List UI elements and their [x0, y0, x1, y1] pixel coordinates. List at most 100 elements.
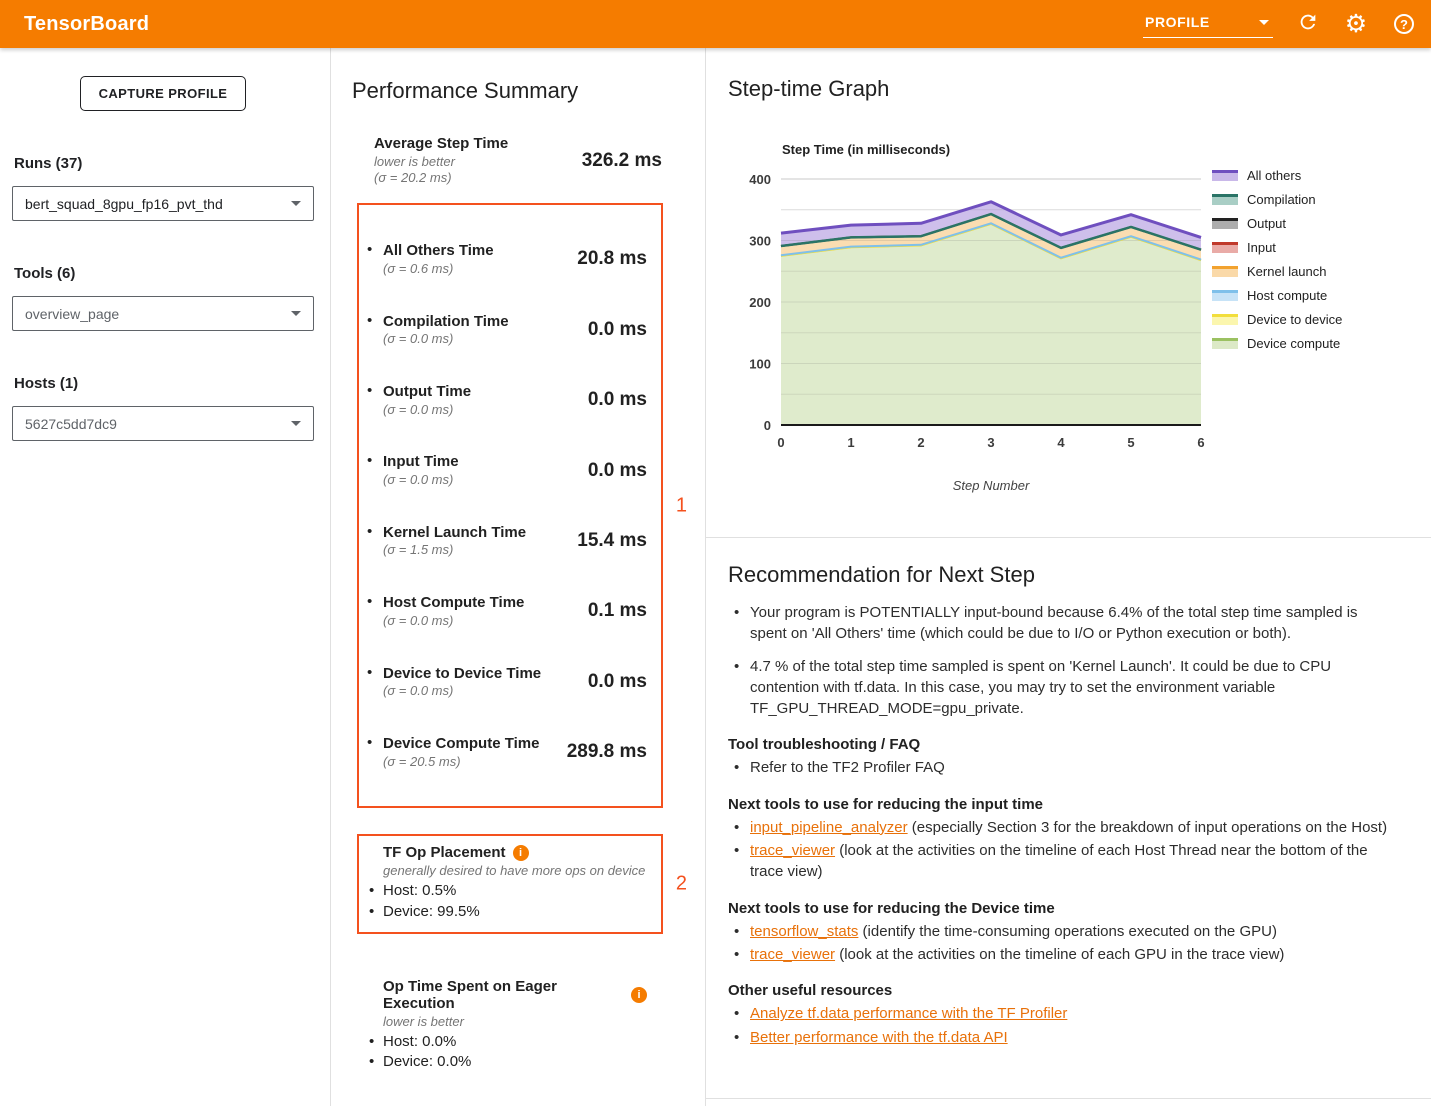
list-item: Host: 0.0% — [367, 1032, 647, 1052]
runs-select[interactable]: bert_squad_8gpu_fp16_pvt_thd — [12, 186, 314, 221]
breakdown-row: •All Others Time(σ = 0.6 ms)20.8 ms — [367, 241, 647, 277]
performance-summary-panel: Performance Summary Average Step Time lo… — [331, 48, 706, 1106]
rec-link[interactable]: input_pipeline_analyzer — [750, 819, 908, 836]
breakdown-row-label: Device Compute Time(σ = 20.5 ms) — [383, 734, 567, 770]
breakdown-metric-value: 0.0 ms — [588, 671, 647, 693]
rec-item-text: (look at the activities on the timeline … — [835, 946, 1284, 963]
sidebar: CAPTURE PROFILE Runs (37) bert_squad_8gp… — [0, 48, 331, 1106]
breakdown-metric-sigma: (σ = 0.0 ms) — [383, 683, 588, 700]
tf-op-placement-title: TF Op Placement — [383, 844, 506, 861]
tf-op-placement-list: Host: 0.5%Device: 99.5% — [367, 881, 647, 922]
rec-item-text: Refer to the TF2 Profiler FAQ — [750, 759, 945, 776]
legend-label: Host compute — [1247, 288, 1327, 303]
breakdown-row-label: Input Time(σ = 0.0 ms) — [383, 452, 588, 488]
recommendation-item: trace_viewer (look at the activities on … — [728, 840, 1391, 883]
rec-item-text: (look at the activities on the timeline … — [750, 842, 1368, 880]
breakdown-metric-value: 0.1 ms — [588, 600, 647, 622]
chevron-down-icon — [291, 201, 301, 206]
chart-legend: All othersCompilationOutputInputKernel l… — [1212, 168, 1342, 360]
bullet-icon: • — [367, 312, 383, 329]
rec-item-text: (identify the time-consuming operations … — [858, 923, 1277, 940]
legend-label: Device to device — [1247, 312, 1342, 327]
help-button[interactable]: ? — [1391, 11, 1417, 37]
hosts-select-value: 5627c5dd7dc9 — [25, 416, 117, 432]
eager-execution-list: Host: 0.0%Device: 0.0% — [367, 1032, 647, 1073]
breakdown-row: •Host Compute Time(σ = 0.0 ms)0.1 ms — [367, 593, 647, 629]
average-step-time-sigma: (σ = 20.2 ms) — [374, 170, 582, 187]
chart-y-axis-title: Step Time (in milliseconds) — [782, 142, 1431, 157]
legend-swatch-device-to-device — [1212, 314, 1238, 325]
recommendation-bullet: Your program is POTENTIALLY input-bound … — [728, 602, 1391, 645]
breakdown-row-label: Compilation Time(σ = 0.0 ms) — [383, 312, 588, 348]
gear-icon: ⚙ — [1345, 12, 1367, 37]
rec-link[interactable]: trace_viewer — [750, 946, 835, 963]
breakdown-metric-sigma: (σ = 20.5 ms) — [383, 754, 567, 771]
breakdown-metric-value: 0.0 ms — [588, 460, 647, 482]
tools-label: Tools (6) — [14, 265, 314, 282]
breakdown-metric-name: Device Compute Time — [383, 734, 567, 754]
bullet-icon: • — [367, 241, 383, 258]
breakdown-metric-value: 15.4 ms — [577, 530, 647, 552]
tf-op-placement-box: TF Op Placement generally desired to hav… — [357, 834, 663, 934]
breakdown-metric-value: 289.8 ms — [567, 741, 647, 763]
recommendation-item: Analyze tf.data performance with the TF … — [728, 1003, 1391, 1024]
average-step-time-row: Average Step Time lower is better (σ = 2… — [374, 134, 662, 187]
refresh-button[interactable] — [1295, 11, 1321, 37]
recommendation-section-list: input_pipeline_analyzer (especially Sect… — [728, 817, 1391, 883]
step-time-graph-card: Step-time Graph Step Time (in millisecon… — [706, 48, 1431, 538]
breakdown-metric-value: 20.8 ms — [577, 248, 647, 270]
legend-swatch-all-others — [1212, 170, 1238, 181]
breakdown-metric-name: Host Compute Time — [383, 593, 588, 613]
step-time-chart: Step Time (in milliseconds) 010020030040… — [736, 142, 1431, 493]
sidebar-section-tools: Tools (6) overview_page — [12, 265, 314, 331]
svg-text:400: 400 — [749, 172, 771, 187]
legend-swatch-input — [1212, 242, 1238, 253]
legend-label: Device compute — [1247, 336, 1340, 351]
breakdown-metric-name: Input Time — [383, 452, 588, 472]
recommendation-item: input_pipeline_analyzer (especially Sect… — [728, 817, 1391, 838]
annotation-1: 1 — [676, 494, 687, 517]
legend-item: Output — [1212, 216, 1342, 231]
bullet-icon: • — [367, 593, 383, 610]
list-item: Device: 0.0% — [367, 1052, 647, 1072]
legend-item: Device compute — [1212, 336, 1342, 351]
breakdown-metric-name: Output Time — [383, 382, 588, 402]
hosts-label: Hosts (1) — [14, 375, 314, 392]
stacked-area-chart[interactable]: 01002003004000123456 — [736, 169, 1206, 469]
chevron-down-icon — [1259, 20, 1269, 25]
tools-select[interactable]: overview_page — [12, 296, 314, 331]
rec-link[interactable]: tensorflow_stats — [750, 923, 858, 940]
breakdown-metric-sigma: (σ = 0.6 ms) — [383, 261, 577, 278]
dashboard-select[interactable]: PROFILE — [1143, 10, 1273, 38]
refresh-icon — [1297, 11, 1319, 38]
app-header: TensorBoard PROFILE ⚙ ? — [0, 0, 1431, 48]
hosts-select[interactable]: 5627c5dd7dc9 — [12, 406, 314, 441]
info-icon[interactable] — [513, 845, 529, 861]
svg-text:0: 0 — [777, 435, 784, 450]
list-item: Device: 99.5% — [367, 902, 647, 922]
breakdown-metric-sigma: (σ = 1.5 ms) — [383, 542, 577, 559]
legend-swatch-compilation — [1212, 194, 1238, 205]
capture-profile-button[interactable]: CAPTURE PROFILE — [80, 76, 247, 111]
rec-link[interactable]: Better performance with the tf.data API — [750, 1029, 1008, 1046]
help-icon: ? — [1394, 14, 1414, 34]
recommendation-section-heading: Tool troubleshooting / FAQ — [728, 736, 1391, 753]
breakdown-row-label: Device to Device Time(σ = 0.0 ms) — [383, 664, 588, 700]
rec-link[interactable]: trace_viewer — [750, 842, 835, 859]
bullet-icon: • — [367, 382, 383, 399]
breakdown-row: •Device to Device Time(σ = 0.0 ms)0.0 ms — [367, 664, 647, 700]
eager-execution-block: Op Time Spent on Eager Execution lower i… — [357, 968, 663, 1085]
recommendation-section-heading: Other useful resources — [728, 982, 1391, 999]
breakdown-metric-value: 0.0 ms — [588, 389, 647, 411]
info-icon[interactable] — [631, 987, 647, 1003]
legend-label: Kernel launch — [1247, 264, 1327, 279]
legend-swatch-host-compute — [1212, 290, 1238, 301]
breakdown-row-label: All Others Time(σ = 0.6 ms) — [383, 241, 577, 277]
recommendation-item: Refer to the TF2 Profiler FAQ — [728, 757, 1391, 778]
rec-link[interactable]: Analyze tf.data performance with the TF … — [750, 1005, 1067, 1022]
recommendation-item: trace_viewer (look at the activities on … — [728, 944, 1391, 965]
recommendation-section-list: tensorflow_stats (identify the time-cons… — [728, 921, 1391, 966]
legend-item: Kernel launch — [1212, 264, 1342, 279]
settings-button[interactable]: ⚙ — [1343, 11, 1369, 37]
tf-op-placement-note: generally desired to have more ops on de… — [383, 863, 647, 878]
